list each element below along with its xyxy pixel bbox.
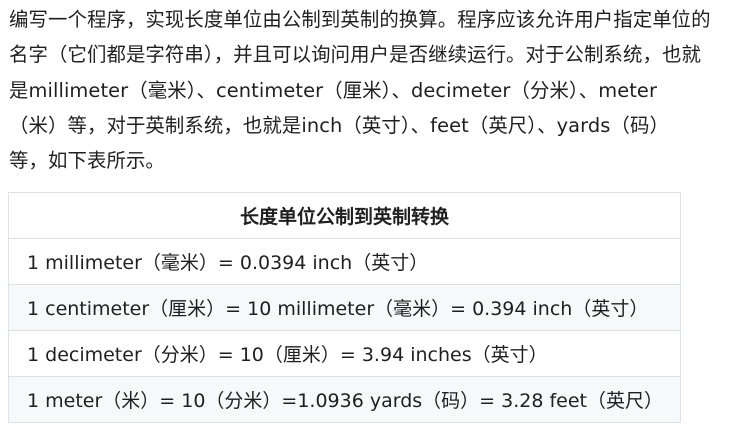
table-header-row: 长度单位公制到英制转换 <box>8 192 681 239</box>
intro-line: （米）等，对于英制系统，也就是inch（英寸）、feet（英尺）、yards（码… <box>9 113 669 137</box>
table-row: 1 meter（米）= 10（分米）=1.0936 yards（码）= 3.28… <box>8 376 681 423</box>
intro-line: 等，如下表所示。 <box>9 149 165 173</box>
intro-line: 名字（它们都是字符串），并且可以询问用户是否继续运行。对于公制系统，也就 <box>9 43 701 67</box>
table-cell: 1 meter（米）= 10（分米）=1.0936 yards（码）= 3.28… <box>8 376 681 423</box>
intro-line: 编写一个程序，实现长度单位由公制到英制的换算。程序应该允许用户指定单位的 <box>9 8 711 31</box>
table-cell: 1 millimeter（毫米）= 0.0394 inch（英寸） <box>8 238 681 285</box>
table-row: 1 millimeter（毫米）= 0.0394 inch（英寸） <box>8 238 681 285</box>
intro-line: 是millimeter（毫米）、centimeter（厘米）、decimeter… <box>9 78 658 102</box>
intro-paragraph: 编写一个程序，实现长度单位由公制到英制的换算。程序应该允许用户指定单位的 名字（… <box>9 2 733 178</box>
table-cell: 1 decimeter（分米）= 10（厘米）= 3.94 inches（英寸） <box>8 330 681 377</box>
table-cell: 1 centimeter（厘米）= 10 millimeter（毫米）= 0.3… <box>8 284 681 331</box>
conversion-table: 长度单位公制到英制转换 1 millimeter（毫米）= 0.0394 inc… <box>8 192 681 423</box>
table-row: 1 centimeter（厘米）= 10 millimeter（毫米）= 0.3… <box>8 284 681 331</box>
table-row: 1 decimeter（分米）= 10（厘米）= 3.94 inches（英寸） <box>8 330 681 377</box>
table-header-cell: 长度单位公制到英制转换 <box>8 192 681 239</box>
